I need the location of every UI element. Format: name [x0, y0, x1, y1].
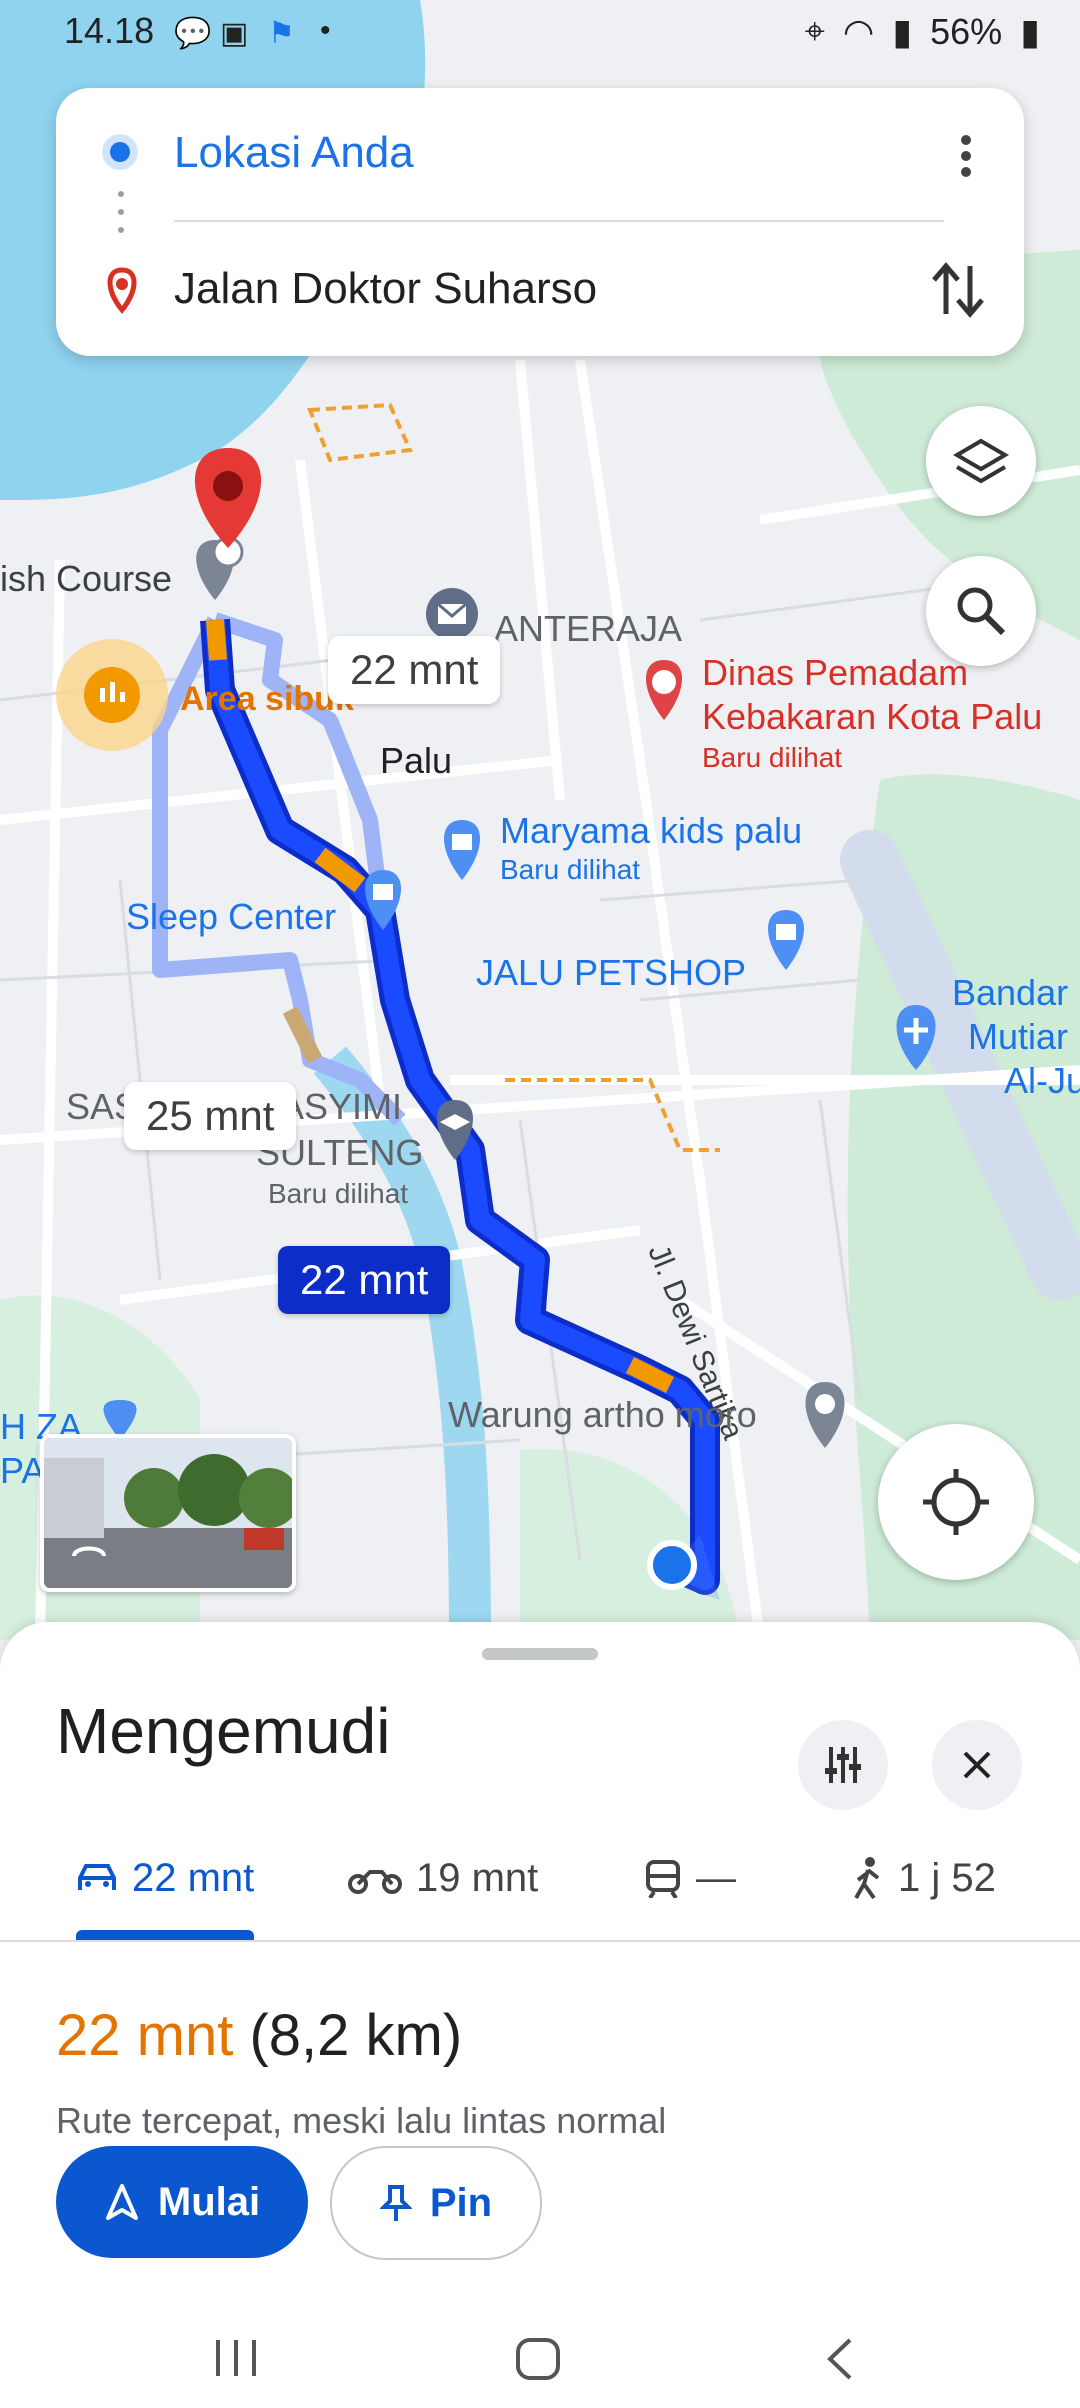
- sheet-title: Mengemudi: [56, 1695, 391, 1767]
- eta-time: 22 mnt: [56, 2003, 234, 2068]
- recent-apps-icon[interactable]: [212, 2336, 260, 2380]
- route-time-label[interactable]: 22 mnt: [328, 636, 501, 704]
- battery-level: 56%: [930, 10, 1003, 52]
- options-sliders-icon: [825, 1747, 861, 1783]
- system-navigation-bar: [0, 2300, 1080, 2408]
- map-label: Sleep Center: [126, 896, 337, 937]
- wifi-icon: ◠: [842, 10, 875, 52]
- map-label: PA: [0, 1450, 46, 1491]
- tab-walking[interactable]: 1 j 52: [852, 1828, 996, 1928]
- map-label: JALU PETSHOP: [476, 952, 747, 993]
- route-summary: 22 mnt (8,2 km): [56, 2002, 462, 2069]
- route-description: Rute tercepat, meski lalu lintas normal: [56, 2100, 667, 2141]
- swap-icon[interactable]: [928, 258, 988, 322]
- map-label: Al-Ju: [1004, 1060, 1080, 1101]
- map-label: Baru dilihat: [500, 854, 641, 885]
- map-label: Palu: [380, 740, 453, 781]
- current-location-dot: [647, 1540, 697, 1590]
- map-label: ish Course: [0, 558, 173, 599]
- tab-transit-label: —: [696, 1855, 736, 1900]
- mail-poi-icon[interactable]: [426, 588, 478, 640]
- my-location-button[interactable]: [878, 1424, 1034, 1580]
- status-time: 14.18: [64, 10, 155, 51]
- directions-card: Lokasi Anda Jalan Doktor Suharso: [56, 88, 1024, 356]
- route-time-label[interactable]: 25 mnt: [124, 1082, 297, 1150]
- pin-icon: [379, 2185, 412, 2221]
- destination-field[interactable]: Jalan Doktor Suharso: [174, 264, 597, 314]
- signal-icon: ▮: [892, 10, 913, 52]
- selected-route-time-label[interactable]: 22 mnt: [278, 1246, 451, 1314]
- start-button[interactable]: Mulai: [56, 2146, 308, 2258]
- close-button[interactable]: [932, 1720, 1022, 1810]
- navigation-arrow-icon: [105, 2184, 138, 2220]
- map-label: ANTERAJA: [494, 608, 683, 649]
- eta-distance: (8,2 km): [249, 2003, 463, 2068]
- status-bar: 14.18 💬 ▣ ⚑ • ⌖ ◠ ▮ 56% ▮: [0, 0, 1080, 62]
- gallery-icon: ▣: [220, 17, 249, 50]
- route-options-button[interactable]: [798, 1720, 888, 1810]
- close-icon: [963, 1751, 991, 1779]
- crosshair-icon: [923, 1469, 989, 1535]
- active-tab-indicator: [76, 1930, 254, 1940]
- origin-field[interactable]: Lokasi Anda: [174, 128, 414, 178]
- origin-dot-icon: [102, 134, 138, 170]
- pin-button[interactable]: Pin: [330, 2146, 542, 2260]
- tab-driving[interactable]: 22 mnt: [76, 1828, 254, 1928]
- tab-motorcycle[interactable]: 19 mnt: [348, 1828, 538, 1928]
- directions-sheet: Mengemudi 22 mnt 19 mnt — 1 j 52 22 mnt …: [0, 1622, 1080, 2408]
- tab-transit[interactable]: —: [644, 1828, 736, 1928]
- map-label: Baru dilihat: [268, 1178, 409, 1209]
- map-label: ASYIMI: [280, 1086, 403, 1127]
- car-icon: [78, 1864, 116, 1890]
- connector-dots: [118, 191, 124, 233]
- transit-icon: [646, 1860, 680, 1898]
- map-label: Warung artho moro: [448, 1394, 757, 1435]
- map-label: Dinas Pemadam: [702, 652, 969, 693]
- dot-icon: •: [320, 14, 331, 47]
- map-label: Mutiar: [968, 1016, 1069, 1057]
- card-divider: [174, 220, 944, 222]
- sheet-handle[interactable]: [482, 1648, 598, 1660]
- layers-button[interactable]: [926, 406, 1036, 516]
- app-icon: ⚑: [268, 17, 295, 50]
- walk-icon: [854, 1857, 880, 1900]
- layers-icon: [953, 438, 1009, 484]
- home-icon[interactable]: [514, 2336, 562, 2382]
- more-options-icon[interactable]: [946, 132, 986, 182]
- location-icon: ⌖: [804, 10, 825, 51]
- map-label: Baru dilihat: [702, 742, 843, 773]
- map-label: Maryama kids palu: [500, 810, 803, 851]
- traffic-segment: [206, 619, 227, 661]
- start-button-label: Mulai: [157, 2179, 261, 2224]
- search-icon: [957, 587, 1006, 636]
- motorcycle-icon: [348, 1870, 402, 1894]
- tab-motorcycle-label: 19 mnt: [416, 1855, 539, 1900]
- back-icon[interactable]: [822, 2336, 858, 2382]
- pin-button-label: Pin: [429, 2180, 493, 2225]
- search-button[interactable]: [926, 556, 1036, 666]
- street-view-thumbnail[interactable]: [40, 1434, 296, 1592]
- map-label: Kebakaran Kota Palu: [702, 696, 1043, 737]
- map-label: Bandar: [952, 972, 1069, 1013]
- tab-walking-label: 1 j 52: [898, 1855, 996, 1900]
- message-icon: 💬: [174, 17, 212, 50]
- destination-marker-icon: [107, 267, 137, 314]
- tabs-divider: [0, 1940, 1080, 1942]
- battery-icon: ▮: [1020, 10, 1040, 52]
- tab-driving-label: 22 mnt: [132, 1855, 255, 1900]
